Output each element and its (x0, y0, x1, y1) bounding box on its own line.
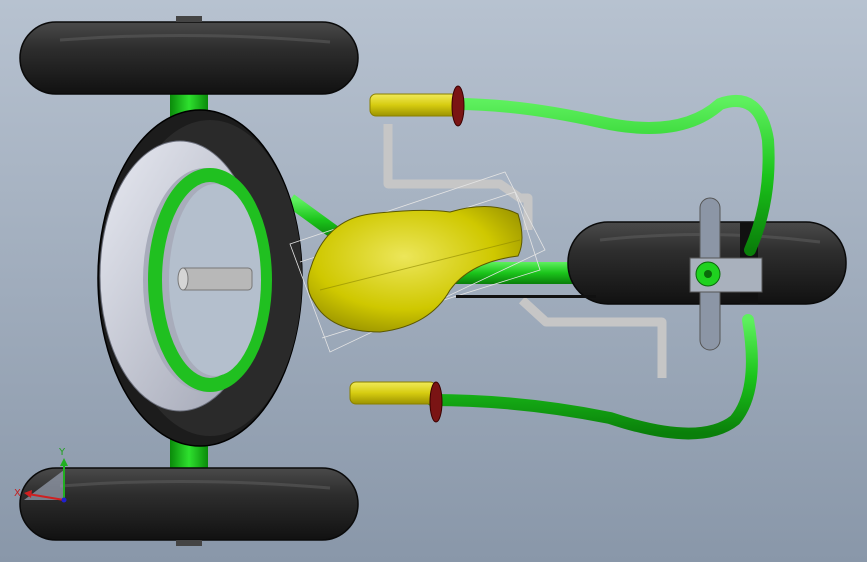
model-view[interactable]: X Y (0, 0, 867, 562)
wheel-hub-axle (179, 267, 253, 291)
rear-wheel-bottom[interactable] (19, 467, 359, 546)
chain-line (456, 295, 596, 298)
drive-wheel[interactable] (97, 109, 303, 447)
triad-y-label: Y (58, 447, 66, 458)
triad-x-label: X (14, 488, 21, 499)
rear-wheel-top[interactable] (19, 16, 359, 95)
cad-viewport[interactable]: X Y (0, 0, 867, 562)
